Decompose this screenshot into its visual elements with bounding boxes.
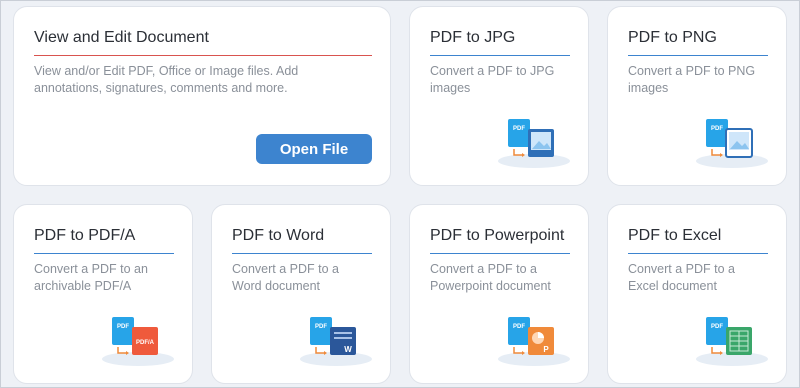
tool-description: Convert a PDF to a Excel document <box>628 261 735 295</box>
tool-title: PDF to Word <box>232 227 325 244</box>
description-line: Convert a PDF to a <box>430 262 537 276</box>
description-line: Excel document <box>628 279 717 293</box>
pdfa-badge: PDF/A <box>136 340 155 346</box>
title-underline <box>430 253 570 254</box>
open-file-button[interactable]: Open File <box>256 134 372 164</box>
description-line: Convert a PDF to JPG <box>430 64 555 78</box>
tool-title: PDF to Powerpoint <box>430 227 565 244</box>
pdf-to-word-icon: PDF W <box>300 317 372 366</box>
description-line: View and/or Edit PDF, Office or Image fi… <box>34 64 299 78</box>
pdf-badge: PDF <box>117 324 129 330</box>
tool-title: PDF to PDF/A <box>34 227 136 244</box>
tool-card-pdf-to-excel[interactable]: PDF to Excel Convert a PDF to a Excel do… <box>607 204 787 384</box>
tool-card-pdf-to-powerpoint[interactable]: PDF to Powerpoint Convert a PDF to a Pow… <box>409 204 589 384</box>
word-badge: W <box>344 345 352 354</box>
title-underline <box>628 253 768 254</box>
tool-description: Convert a PDF to a Word document <box>232 261 339 295</box>
title-underline <box>34 253 174 254</box>
pdf-badge: PDF <box>711 126 723 132</box>
description-line: images <box>430 81 471 95</box>
description-line: Word document <box>232 279 321 293</box>
tool-title: PDF to JPG <box>430 29 516 46</box>
pdf-badge: PDF <box>513 324 525 330</box>
view-edit-card[interactable]: View and Edit Document View and/or Edit … <box>13 6 391 186</box>
tool-description: Convert a PDF to PNG images <box>628 63 755 97</box>
pdf-to-image-icon: PDF <box>498 119 570 168</box>
pdf-to-excel-icon: PDF <box>696 317 768 366</box>
description-line: Convert a PDF to PNG <box>628 64 756 78</box>
tool-card-pdf-to-jpg[interactable]: PDF to JPG Convert a PDF to JPG images P… <box>409 6 589 186</box>
tool-description: Convert a PDF to JPG images <box>430 63 554 97</box>
pdf-badge: PDF <box>711 324 723 330</box>
pdf-badge: PDF <box>315 324 327 330</box>
title-underline <box>34 55 372 56</box>
view-edit-description: View and/or Edit PDF, Office or Image fi… <box>34 63 298 97</box>
pdf-to-image-icon: PDF <box>696 119 768 168</box>
description-line: images <box>628 81 669 95</box>
tool-card-pdf-to-png[interactable]: PDF to PNG Convert a PDF to PNG images P… <box>607 6 787 186</box>
tool-title: PDF to PNG <box>628 29 717 46</box>
tool-card-pdf-to-word[interactable]: PDF to Word Convert a PDF to a Word docu… <box>211 204 391 384</box>
description-line: Convert a PDF to a <box>232 262 339 276</box>
description-line: archivable PDF/A <box>34 279 132 293</box>
title-underline <box>430 55 570 56</box>
view-edit-title: View and Edit Document <box>34 29 209 46</box>
tool-card-pdf-to-pdfa[interactable]: PDF to PDF/A Convert a PDF to an archiva… <box>13 204 193 384</box>
title-underline <box>628 55 768 56</box>
description-line: annotations, signatures, comments and mo… <box>34 81 288 95</box>
tool-title: PDF to Excel <box>628 227 722 244</box>
description-line: Powerpoint document <box>430 279 551 293</box>
pdf-to-powerpoint-icon: PDF P <box>498 317 570 366</box>
tool-description: Convert a PDF to a Powerpoint document <box>430 261 551 295</box>
description-line: Convert a PDF to an <box>34 262 148 276</box>
pdf-to-pdfa-icon: PDF PDF/A <box>102 317 174 366</box>
description-line: Convert a PDF to a <box>628 262 735 276</box>
tool-description: Convert a PDF to an archivable PDF/A <box>34 261 148 295</box>
powerpoint-badge: P <box>543 345 549 354</box>
pdf-badge: PDF <box>513 126 525 132</box>
title-underline <box>232 253 372 254</box>
